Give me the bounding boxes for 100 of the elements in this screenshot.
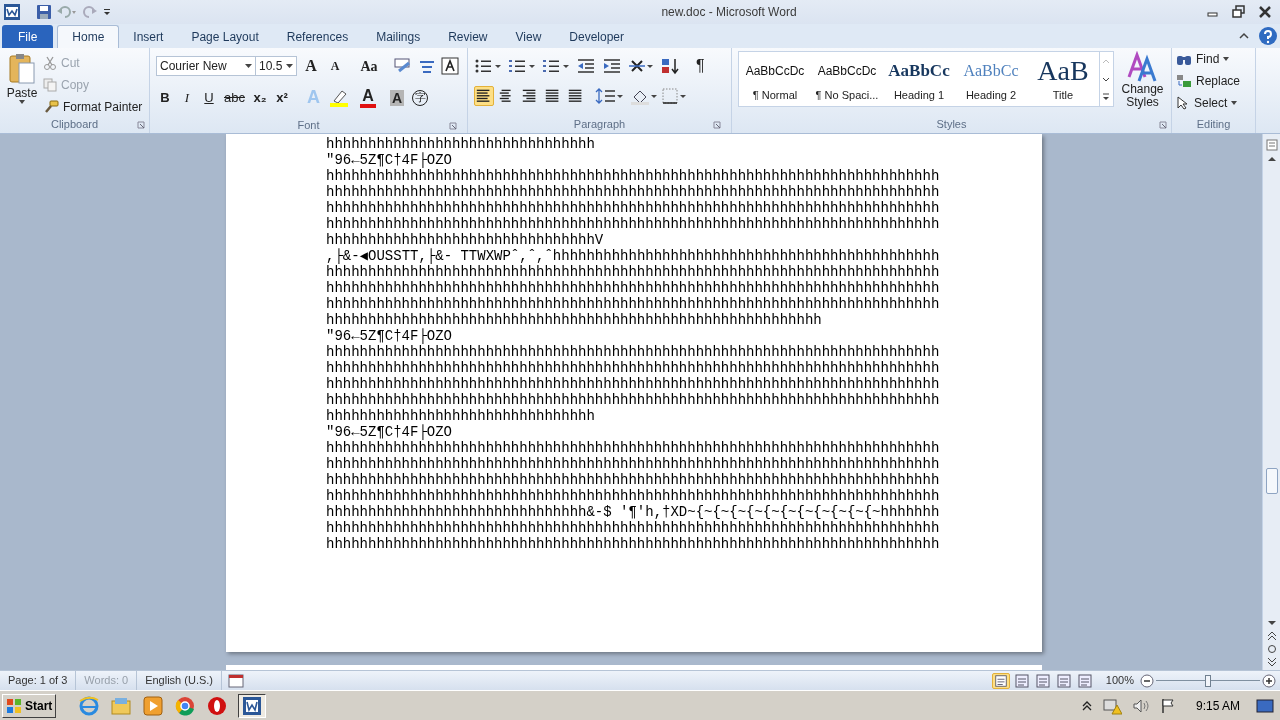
slider-thumb[interactable] [1205, 674, 1211, 687]
numbering-icon[interactable] [508, 57, 536, 75]
show-marks-button[interactable]: ¶ [696, 54, 705, 78]
clipboard-icon [8, 53, 36, 85]
show-desktop-icon[interactable] [1256, 697, 1274, 714]
browse-object-icon[interactable] [1266, 644, 1277, 654]
show-hidden-icon[interactable] [1081, 699, 1092, 712]
font-name-field[interactable]: Courier New [156, 56, 256, 76]
dropdown-arrow-icon [19, 100, 25, 104]
replace-button[interactable]: Replace [1176, 72, 1251, 90]
subscript-button[interactable]: x₂ [252, 87, 267, 108]
ribbon-tab[interactable]: Insert [119, 25, 178, 48]
word-taskbar-button[interactable] [238, 693, 267, 718]
track-changes-icon[interactable] [228, 673, 244, 688]
style-option[interactable]: AaB Title [1027, 52, 1099, 106]
font-size-field[interactable]: 10.5 [255, 56, 297, 76]
select-button[interactable]: Select [1176, 94, 1251, 112]
style-option[interactable]: AaBbCc Heading 1 [883, 52, 955, 106]
text-line: hhhhhhhhhhhhhhhhhhhhhhhhhhhhhhhhhhhhhhhhhhhhhhhhhhhhhhhhhhhhhhhhhhhhhhhhh [326, 280, 940, 296]
zoom-level[interactable]: 100% [1105, 672, 1134, 689]
o-letter-logo-icon[interactable] [206, 694, 229, 717]
increase-indent-icon[interactable] [602, 57, 622, 75]
text-line: hhhhhhhhhhhhhhhhhhhhhhhhhhhhhhhhhhhhhhhhhhhhhhhhhhhhhhhhhhhhhhhhhhhhhhhhh [326, 200, 940, 216]
text-line: hhhhhhhhhhhhhhhhhhhhhhhhhhhhhhhhhhhhhhhhhhhhhhhhhhhhhhhhhhhhhhhhhhhhhhhhh [326, 488, 940, 504]
print-layout-icon[interactable] [991, 672, 1010, 689]
save-icon[interactable] [36, 4, 52, 20]
bullets-icon[interactable] [474, 57, 502, 75]
word-logo-icon [243, 696, 262, 715]
shrink-font-button[interactable]: A [325, 57, 345, 75]
previous-page-icon[interactable] [1266, 631, 1277, 641]
text-line: "96←5Z¶C†4F├OZO [326, 328, 453, 344]
dialog-launcher-icon[interactable] [449, 122, 457, 130]
borders-icon[interactable] [661, 87, 689, 105]
spelling-icon[interactable] [393, 57, 413, 75]
font-color-button[interactable]: A [359, 87, 376, 108]
text-line: hhhhhhhhhhhhhhhhhhhhhhhhhhhhhhhhhhhhhhhhhhhhhhhhhhhhhhhhhhhhhhhhhhhhhhhhh [326, 520, 940, 536]
ruler-toggle-icon[interactable] [1264, 138, 1279, 152]
copy-icon [43, 77, 57, 92]
next-page-icon[interactable] [1266, 657, 1277, 667]
speaker-icon[interactable] [1131, 697, 1150, 714]
style-option[interactable]: AaBbCcDc ¶ No Spaci... [811, 52, 883, 106]
network-warning-icon[interactable] [1101, 696, 1122, 715]
character-shading-button[interactable]: A [389, 89, 405, 106]
paste-button[interactable]: Paste [3, 51, 41, 116]
zoom-slider[interactable] [1156, 673, 1260, 688]
line-spacing-icon[interactable] [595, 87, 623, 105]
multilevel-list-icon[interactable] [542, 57, 570, 75]
scroll-up-icon[interactable] [1266, 154, 1277, 164]
ribbon-tab[interactable]: References [272, 25, 363, 48]
dialog-launcher-icon[interactable] [1159, 121, 1167, 129]
ribbon-tab[interactable]: Page Layout [177, 25, 273, 48]
decrease-indent-icon[interactable] [576, 57, 596, 75]
dialog-launcher-icon[interactable] [713, 121, 721, 129]
grow-font-button[interactable]: A [301, 54, 321, 78]
scroll-thumb[interactable] [1265, 468, 1278, 494]
window-title: new.doc - Microsoft Word [660, 4, 798, 21]
zoom-in-icon[interactable] [1262, 673, 1276, 688]
ribbon-tab[interactable]: Review [434, 25, 502, 48]
superscript-button[interactable]: x² [274, 87, 289, 108]
text-line: hhhhhhhhhhhhhhhhhhhhhhhhhhhhhhhh [326, 408, 595, 424]
replace-icon [1176, 74, 1192, 88]
media-player-icon[interactable] [142, 694, 165, 717]
vertical-scrollbar[interactable] [1262, 134, 1280, 670]
help-icon[interactable] [1258, 26, 1278, 46]
close-icon[interactable] [1258, 5, 1272, 19]
style-option[interactable]: AaBbCcDc ¶ Normal [739, 52, 811, 106]
restore-icon[interactable] [1232, 5, 1246, 19]
scroll-down-icon[interactable] [1266, 618, 1277, 628]
change-styles-button[interactable]: Change Styles [1118, 51, 1167, 109]
clock[interactable]: 9:15 AM [1195, 696, 1240, 715]
round-browser-icon[interactable] [174, 694, 197, 717]
format-painter-button[interactable]: Format Painter [43, 97, 143, 116]
text-line: hhhhhhhhhhhhhhhhhhhhhhhhhhhhhhhhhhhhhhhhhhhhhhhhhhhhhhhhhhhhhhhhhhhhhhhhh [326, 376, 940, 392]
text-line: hhhhhhhhhhhhhhhhhhhhhhhhhhhhhhhhV [326, 232, 604, 248]
character-border-icon[interactable] [441, 57, 459, 75]
dialog-launcher-icon[interactable] [137, 121, 145, 129]
underline-button[interactable]: U [202, 87, 216, 108]
word-logo-icon[interactable] [4, 4, 20, 20]
text-line: hhhhhhhhhhhhhhhhhhhhhhhhhhhhhhhhhhhhhhhhhhhhhhhhhhhhhhhhhhhhhhhhhhhhhhhhh [326, 344, 940, 360]
start-button[interactable]: Start [2, 693, 57, 718]
zoom-out-icon[interactable] [1140, 673, 1154, 688]
change-case-button[interactable]: Aa [355, 55, 383, 77]
text-line: hhhhhhhhhhhhhhhhhhhhhhhhhhhhhhhhhhhhhhhhhhhhhhhhhhhhhhhhhhhhhhhhhhhhhhhhh [326, 360, 940, 376]
italic-button[interactable]: I [180, 87, 194, 108]
ribbon-tab[interactable]: Home [57, 25, 120, 48]
dropdown-arrow-icon [245, 64, 252, 68]
align-left-icon[interactable] [474, 86, 494, 106]
strikethrough-button[interactable]: abc [224, 87, 245, 108]
bold-button[interactable]: B [158, 87, 172, 108]
find-button[interactable]: Find [1176, 50, 1251, 68]
ribbon-tab[interactable]: View [501, 25, 556, 48]
flag-icon[interactable] [1159, 697, 1176, 714]
ribbon-tab[interactable]: Developer [555, 25, 638, 48]
text-line: hhhhhhhhhhhhhhhhhhhhhhhhhhhhhhhhhhhhhhhhhhhhhhhhhhhhhhhhhhhhhhhhhhhhhhhhh [326, 536, 940, 552]
sort-icon[interactable] [660, 57, 680, 75]
ribbon-tab[interactable]: Mailings [362, 25, 435, 48]
file-tab[interactable]: File [2, 25, 54, 48]
text-line: hhhhhhhhhhhhhhhhhhhhhhhhhhhhhhhhhhhhhhhhhhhhhhhhhhhhhhhhhhhhhhhhhhhhhhhhh [326, 392, 940, 408]
text-line: hhhhhhhhhhhhhhhhhhhhhhhhhhhhhhhhhhhhhhhhhhhhhhhhhhhhhhhhhhhhhhhhhhhhhhhhh [326, 264, 940, 280]
style-option[interactable]: AaBbCc Heading 2 [955, 52, 1027, 106]
